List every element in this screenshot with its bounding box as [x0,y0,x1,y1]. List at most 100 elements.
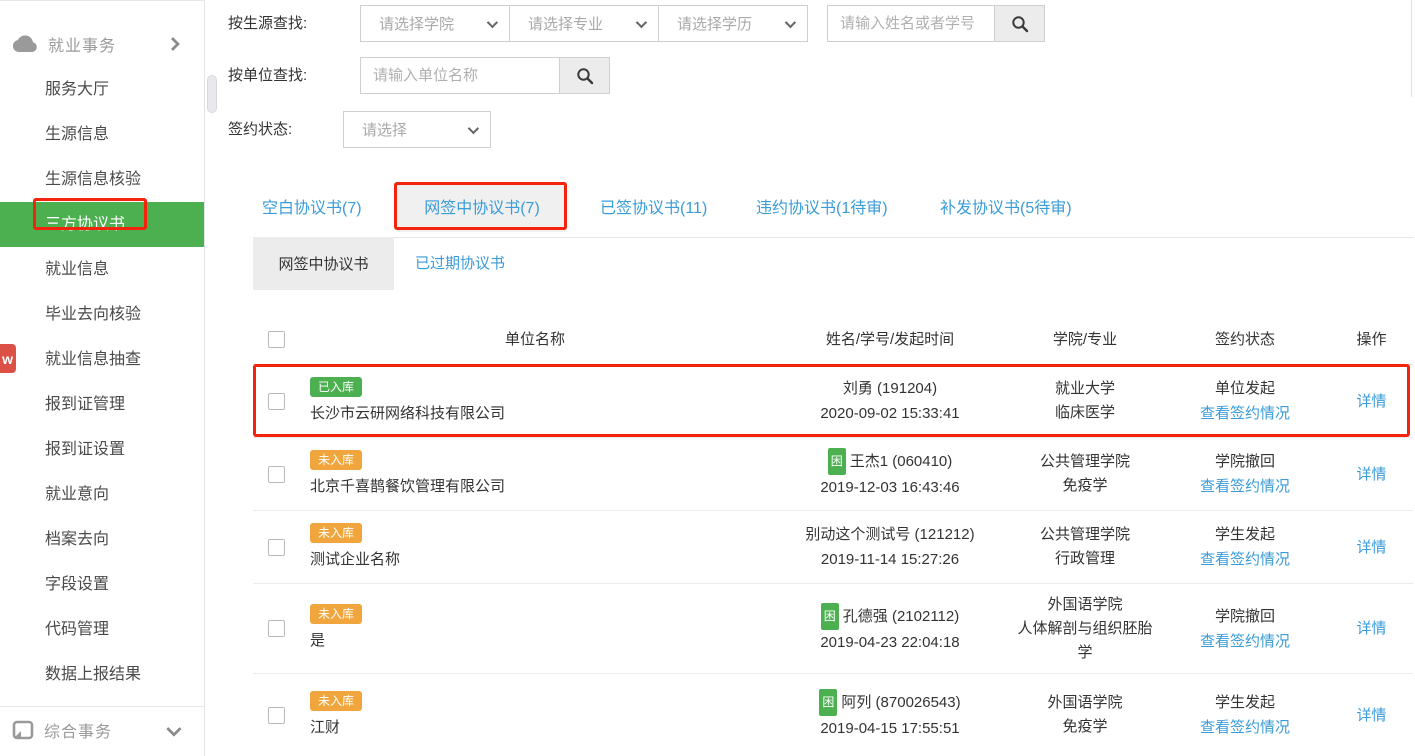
major: 免疫学 [1062,474,1107,498]
student-name: 刘勇 (191204) [843,376,937,401]
detail-link[interactable]: 详情 [1356,703,1386,728]
initiate-time: 2019-12-03 16:43:46 [820,475,959,500]
table-header-row: 单位名称 姓名/学号/发起时间 学院/专业 签约状态 操作 [253,315,1413,365]
company-name: 江财 [310,715,340,740]
tab-reissued-agreements[interactable]: 补发协议书(5待审) [940,185,1072,232]
detail-link[interactable]: 详情 [1356,462,1386,487]
table-row: 未入库 是 困孔德强 (2102112) 2019-04-23 22:04:18… [253,584,1413,674]
sidebar-item-registration-card-settings[interactable]: 报到证设置 [0,427,204,472]
initiate-time: 2020-09-02 15:33:41 [820,401,959,426]
sign-status: 学院撤回 [1215,449,1275,474]
sidebar-group-label: 就业事务 [48,32,116,56]
initiate-time: 2019-04-15 17:55:51 [820,716,959,741]
sidebar-item-tripartite-agreement[interactable]: 三方协议书 [0,202,204,247]
view-signing-link[interactable]: 查看签约情况 [1200,715,1290,740]
chevron-down-icon [166,721,182,737]
entry-status-badge: 未入库 [310,523,362,543]
subtab-expired[interactable]: 已过期协议书 [415,237,505,290]
sidebar-group-label: 综合事务 [44,718,112,742]
detail-link[interactable]: 详情 [1356,616,1386,641]
major-select-value: 请选择专业 [528,13,636,34]
major: 临床医学 [1055,401,1115,425]
sidebar-item-code-mgmt[interactable]: 代码管理 [0,607,204,652]
row-checkbox[interactable] [268,393,285,410]
initiate-time: 2019-11-14 15:27:26 [821,547,959,572]
college: 外国语学院 [1047,691,1122,715]
major-select[interactable]: 请选择专业 [509,5,659,42]
chevron-right-icon [166,37,180,51]
view-signing-link[interactable]: 查看签约情况 [1200,547,1290,572]
chevron-down-icon [636,16,647,27]
student-name: 孔德强 (2102112) [843,608,959,625]
sidebar-group-general[interactable]: 综合事务 [0,707,204,753]
select-all-checkbox[interactable] [268,331,285,348]
sidebar: 就业事务 服务大厅 生源信息 生源信息核验 三方协议书 就业信息 毕业去向核验 … [0,0,205,756]
view-signing-link[interactable]: 查看签约情况 [1200,401,1290,426]
right-edge-divider [1411,0,1412,97]
entry-status-badge: 已入库 [310,377,362,397]
sidebar-item-graduation-verify[interactable]: 毕业去向核验 [0,292,204,337]
sidebar-scrollbar-thumb[interactable] [207,75,217,113]
sign-status-select[interactable]: 请选择 [343,111,491,148]
sign-status: 单位发起 [1215,376,1275,401]
agreements-table: 单位名称 姓名/学号/发起时间 学院/专业 签约状态 操作 已入库 长沙市云研网… [253,315,1413,756]
hardship-badge: 困 [819,689,837,716]
chevron-down-icon [487,16,498,27]
search-company-button[interactable] [559,57,610,94]
sidebar-item-archive-destination[interactable]: 档案去向 [0,517,204,562]
tab-online-signing-agreements[interactable]: 网签中协议书(7) [397,185,567,232]
sidebar-item-data-report-result[interactable]: 数据上报结果 [0,652,204,697]
tab-blank-agreements[interactable]: 空白协议书(7) [262,185,362,232]
tab-breach-agreements[interactable]: 违约协议书(1待审) [756,185,888,232]
degree-select-value: 请选择学历 [677,13,785,34]
monitor-icon [12,720,34,740]
sidebar-group-employment[interactable]: 就业事务 [0,21,204,67]
row-checkbox[interactable] [268,539,285,556]
student-name-input[interactable] [827,5,995,42]
degree-select[interactable]: 请选择学历 [658,5,808,42]
company-name: 测试企业名称 [310,547,400,572]
detail-link[interactable]: 详情 [1356,389,1386,414]
sign-status-label: 签约状态: [228,111,292,148]
sidebar-item-registration-card-mgmt[interactable]: 报到证管理 [0,382,204,427]
college: 外国语学院 [1047,593,1122,617]
detail-link[interactable]: 详情 [1356,535,1386,560]
sidebar-item-source-info[interactable]: 生源信息 [0,112,204,157]
subtab-online-signing[interactable]: 网签中协议书 [253,237,394,290]
sidebar-item-employment-info[interactable]: 就业信息 [0,247,204,292]
chevron-down-icon [785,16,796,27]
view-signing-link[interactable]: 查看签约情况 [1200,629,1290,654]
college: 就业大学 [1055,377,1115,401]
row-checkbox[interactable] [268,707,285,724]
header-sign-status: 签约状态 [1160,315,1330,364]
hardship-badge: 困 [821,603,839,630]
student-name: 阿列 (870026543) [841,694,960,711]
sign-status: 学生发起 [1215,522,1275,547]
filter-by-source-label: 按生源查找: [228,5,307,42]
initiate-time: 2019-04-23 22:04:18 [820,630,959,655]
entry-status-badge: 未入库 [310,604,362,624]
sidebar-item-field-settings[interactable]: 字段设置 [0,562,204,607]
sidebar-item-service-hall[interactable]: 服务大厅 [0,67,204,112]
table-row: 已入库 长沙市云研网络科技有限公司 刘勇 (191204) 2020-09-02… [253,365,1413,438]
entry-status-badge: 未入库 [310,691,362,711]
sidebar-item-employment-spotcheck[interactable]: 就业信息抽查 [0,337,204,382]
company-name: 是 [310,628,325,653]
college: 公共管理学院 [1040,523,1130,547]
search-source-button[interactable] [994,5,1045,42]
tab-signed-agreements[interactable]: 已签协议书(11) [600,185,707,232]
sidebar-item-source-verify[interactable]: 生源信息核验 [0,157,204,202]
major: 人体解剖与组织胚胎学 [1016,617,1154,665]
view-signing-link[interactable]: 查看签约情况 [1200,474,1290,499]
entry-status-badge: 未入库 [310,450,362,470]
college-select[interactable]: 请选择学院 [360,5,510,42]
row-checkbox[interactable] [268,620,285,637]
sidebar-item-employment-intention[interactable]: 就业意向 [0,472,204,517]
major: 行政管理 [1055,547,1115,571]
company-name-input[interactable] [360,57,560,94]
header-name-time: 姓名/学号/发起时间 [770,315,1010,364]
sign-status-select-value: 请选择 [362,119,468,140]
row-checkbox[interactable] [268,466,285,483]
company-name: 北京千喜鹊餐饮管理有限公司 [310,474,505,499]
chevron-down-icon [468,122,479,133]
